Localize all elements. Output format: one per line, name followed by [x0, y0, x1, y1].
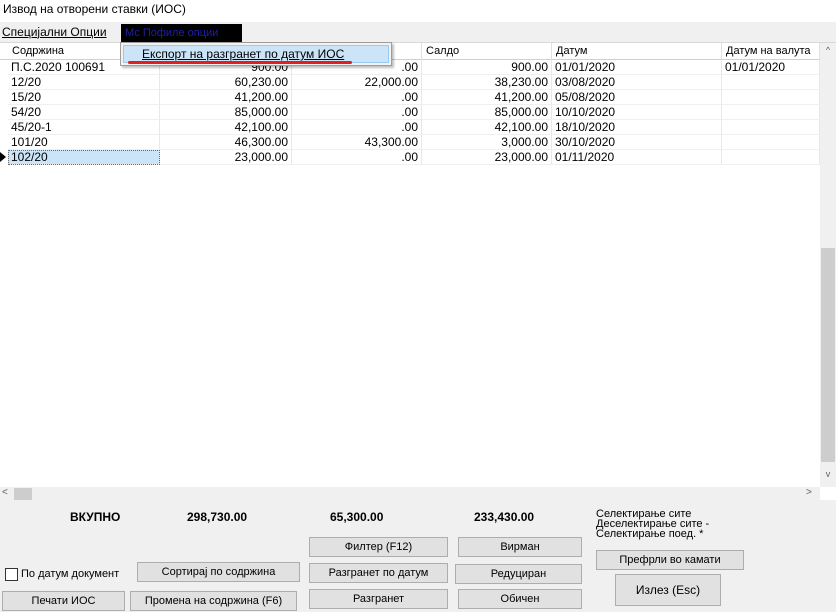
table-row[interactable]: 101/20 46,300.00 43,300.00 3,000.00 30/10/20… [0, 135, 820, 150]
exit-button[interactable]: Излез (Esc) [615, 574, 721, 606]
footer-panel: ВКУПНО 298,730.00 65,300.00 233,430.00 С… [0, 500, 836, 612]
cell-debit[interactable]: 42,100.00 [160, 120, 292, 135]
menu-special-options[interactable]: Специјални Опции [2, 25, 107, 41]
cell-content[interactable]: 45/20-1 [8, 120, 160, 135]
cell-value-date[interactable] [722, 150, 820, 165]
cell-value-date[interactable]: 01/01/2020 [722, 60, 820, 75]
cell-debit[interactable]: 60,230.00 [160, 75, 292, 90]
checkbox-box[interactable] [5, 568, 18, 581]
cell-credit[interactable]: .00 [292, 105, 422, 120]
horizontal-scrollbar[interactable]: < > [0, 487, 820, 501]
scroll-left-icon[interactable]: < [2, 487, 14, 501]
total-label: ВКУПНО [70, 510, 121, 524]
menu-profile-options[interactable]: Мс Пофиле опции [121, 24, 242, 42]
cell-value-date[interactable] [722, 90, 820, 105]
column-header-balance[interactable]: Салдо [422, 43, 552, 60]
current-row-arrow-icon [0, 152, 6, 162]
scroll-right-icon[interactable]: > [806, 487, 818, 501]
cell-debit[interactable]: 85,000.00 [160, 105, 292, 120]
table-row[interactable]: 15/20 41,200.00.00 41,200.00 05/08/2020 [0, 90, 820, 105]
cell-content[interactable]: 12/20 [8, 75, 160, 90]
cell-credit[interactable]: 43,300.00 [292, 135, 422, 150]
cell-content[interactable]: 54/20 [8, 105, 160, 120]
selection-legend: Селектирање сите Деселектирање сите - Се… [596, 509, 709, 540]
cell-balance[interactable]: 85,000.00 [422, 105, 552, 120]
select-each-text[interactable]: Селектирање поед. * [596, 529, 709, 540]
scroll-down-icon[interactable]: v [820, 469, 836, 483]
cell-content[interactable]: 15/20 [8, 90, 160, 105]
cell-credit[interactable]: .00 [292, 150, 422, 165]
virman-button[interactable]: Вирман [458, 537, 582, 557]
cell-debit[interactable]: 46,300.00 [160, 135, 292, 150]
normal-button[interactable]: Обичен [458, 589, 582, 609]
cell-date[interactable]: 01/11/2020 [552, 150, 722, 165]
vertical-scrollbar[interactable]: ^ v [820, 43, 836, 487]
cell-value-date[interactable] [722, 120, 820, 135]
cell-balance[interactable]: 3,000.00 [422, 135, 552, 150]
cell-content[interactable]: 102/20 [8, 150, 160, 165]
scroll-up-icon[interactable]: ^ [820, 45, 836, 59]
total-balance: 233,430.00 [474, 510, 535, 524]
cell-value-date[interactable] [722, 105, 820, 120]
cell-balance[interactable]: 900.00 [422, 60, 552, 75]
cell-credit[interactable]: 22,000.00 [292, 75, 422, 90]
cell-date[interactable]: 01/01/2020 [552, 60, 722, 75]
table-row[interactable]: 12/20 60,230.00 22,000.00 38,230.00 03/08/20… [0, 75, 820, 90]
cell-debit[interactable]: 23,000.00 [160, 150, 292, 165]
checkbox-label: По датум документ [21, 568, 120, 580]
cell-date[interactable]: 10/10/2020 [552, 105, 722, 120]
cell-value-date[interactable] [722, 135, 820, 150]
print-ios-button[interactable]: Печати ИОС [2, 591, 125, 611]
horizontal-scroll-thumb[interactable] [14, 488, 32, 500]
cell-balance[interactable]: 38,230.00 [422, 75, 552, 90]
total-credit: 65,300.00 [330, 510, 384, 524]
menu-bar: Специјални Опции Мс Пофиле опции [0, 22, 836, 42]
data-grid: Содржина Салдо Датум Датум на валута П.С… [0, 42, 836, 501]
cell-content[interactable]: 101/20 [8, 135, 160, 150]
cell-value-date[interactable] [722, 75, 820, 90]
table-row[interactable]: 54/20 85,000.00.00 85,000.00 10/10/2020 [0, 105, 820, 120]
column-header-date[interactable]: Датум [552, 43, 722, 60]
cell-date[interactable]: 05/08/2020 [552, 90, 722, 105]
branched-button[interactable]: Разгранет [309, 589, 448, 609]
sort-by-content-button[interactable]: Сортирај по содржина [137, 562, 300, 582]
reduced-button[interactable]: Редуциран [455, 564, 582, 584]
cell-date[interactable]: 18/10/2020 [552, 120, 722, 135]
table-row[interactable]: 45/20-1 42,100.00.00 42,100.00 18/10/2020 [0, 120, 820, 135]
column-header-value-date[interactable]: Датум на валута [722, 43, 820, 60]
cell-balance[interactable]: 41,200.00 [422, 90, 552, 105]
window-title: Извод на отворени ставки (ИОС) [0, 0, 836, 22]
cell-credit[interactable]: .00 [292, 120, 422, 135]
table-row[interactable]: 102/20 23,000.00.00 23,000.00 01/11/2020 [0, 150, 820, 165]
cell-date[interactable]: 30/10/2020 [552, 135, 722, 150]
red-underline-annotation [128, 61, 352, 64]
cell-credit[interactable]: .00 [292, 90, 422, 105]
change-content-button[interactable]: Промена на содржина (F6) [130, 591, 297, 611]
cell-date[interactable]: 03/08/2020 [552, 75, 722, 90]
cell-debit[interactable]: 41,200.00 [160, 90, 292, 105]
vertical-scroll-thumb[interactable] [821, 248, 835, 462]
cell-balance[interactable]: 42,100.00 [422, 120, 552, 135]
transfer-interest-button[interactable]: Префрли во камати [596, 550, 744, 570]
filter-button[interactable]: Филтер (F12) [309, 537, 448, 557]
branched-by-date-button[interactable]: Разгранет по датум [309, 563, 448, 583]
total-debit: 298,730.00 [187, 510, 248, 524]
cell-balance[interactable]: 23,000.00 [422, 150, 552, 165]
